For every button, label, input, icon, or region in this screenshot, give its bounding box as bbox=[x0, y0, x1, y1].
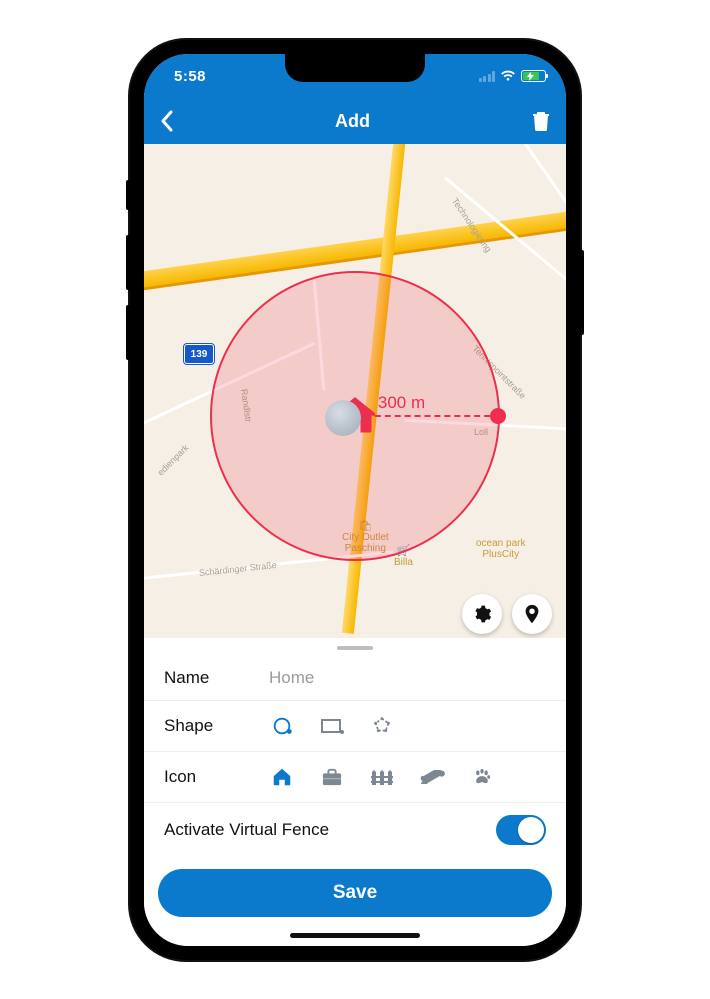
phone-notch bbox=[285, 54, 425, 82]
save-button-label: Save bbox=[333, 882, 377, 904]
icon-label: Icon bbox=[164, 767, 269, 787]
status-time: 5:58 bbox=[174, 68, 206, 85]
icon-bone-option[interactable] bbox=[419, 764, 445, 790]
shape-label: Shape bbox=[164, 716, 269, 736]
status-icons bbox=[479, 70, 547, 82]
icon-work-option[interactable] bbox=[319, 764, 345, 790]
volume-up-button bbox=[126, 235, 130, 290]
briefcase-icon bbox=[321, 767, 343, 787]
icon-home-option[interactable] bbox=[269, 764, 295, 790]
screen: 5:58 Add bbox=[144, 54, 566, 946]
delete-button[interactable] bbox=[532, 111, 550, 131]
battery-icon bbox=[521, 70, 546, 82]
shape-polygon-option[interactable] bbox=[369, 713, 395, 739]
home-icon bbox=[271, 766, 293, 788]
activate-fence-toggle[interactable] bbox=[496, 815, 546, 845]
mute-switch bbox=[126, 180, 130, 210]
bone-icon bbox=[419, 770, 445, 784]
icon-fence-option[interactable] bbox=[369, 764, 395, 790]
fence-center-marker[interactable] bbox=[333, 394, 377, 438]
pin-icon bbox=[521, 603, 543, 625]
name-row: Name bbox=[144, 656, 566, 701]
radius-handle[interactable] bbox=[490, 408, 506, 424]
icon-paw-option[interactable] bbox=[469, 764, 495, 790]
map-locate-button[interactable] bbox=[512, 594, 552, 634]
shape-circle-option[interactable] bbox=[269, 713, 295, 739]
volume-down-button bbox=[126, 305, 130, 360]
power-button bbox=[580, 250, 584, 335]
circle-icon bbox=[271, 715, 293, 737]
activate-fence-label: Activate Virtual Fence bbox=[164, 820, 329, 840]
sheet-grabber[interactable] bbox=[337, 646, 373, 650]
name-input[interactable] bbox=[269, 668, 546, 688]
geofence: 300 m bbox=[210, 271, 500, 561]
form-sheet: Name Shape bbox=[144, 638, 566, 946]
save-button[interactable]: Save bbox=[158, 869, 552, 917]
page-title: Add bbox=[335, 111, 370, 132]
home-indicator[interactable] bbox=[290, 933, 420, 938]
road-label: Schärdinger Straße bbox=[198, 560, 277, 578]
shape-row: Shape bbox=[144, 701, 566, 752]
activate-row: Activate Virtual Fence bbox=[144, 803, 566, 857]
cell-signal-icon bbox=[479, 71, 496, 82]
rectangle-icon bbox=[320, 717, 344, 735]
radius-label: 300 m bbox=[378, 393, 425, 413]
shape-rectangle-option[interactable] bbox=[319, 713, 345, 739]
back-button[interactable] bbox=[160, 110, 173, 132]
polygon-icon bbox=[371, 715, 393, 737]
navigation-bar: Add bbox=[144, 98, 566, 144]
map-view[interactable]: Randlstr Loll Tennispointstraße Technolo… bbox=[144, 144, 566, 638]
paw-icon bbox=[472, 767, 492, 787]
wifi-icon bbox=[500, 70, 516, 82]
map-settings-button[interactable] bbox=[462, 594, 502, 634]
fence-icon bbox=[370, 767, 394, 787]
phone-frame: 5:58 Add bbox=[130, 40, 580, 960]
name-label: Name bbox=[164, 668, 269, 688]
gear-icon bbox=[472, 604, 492, 624]
icon-row: Icon bbox=[144, 752, 566, 803]
road-label: edienpark bbox=[155, 443, 190, 478]
